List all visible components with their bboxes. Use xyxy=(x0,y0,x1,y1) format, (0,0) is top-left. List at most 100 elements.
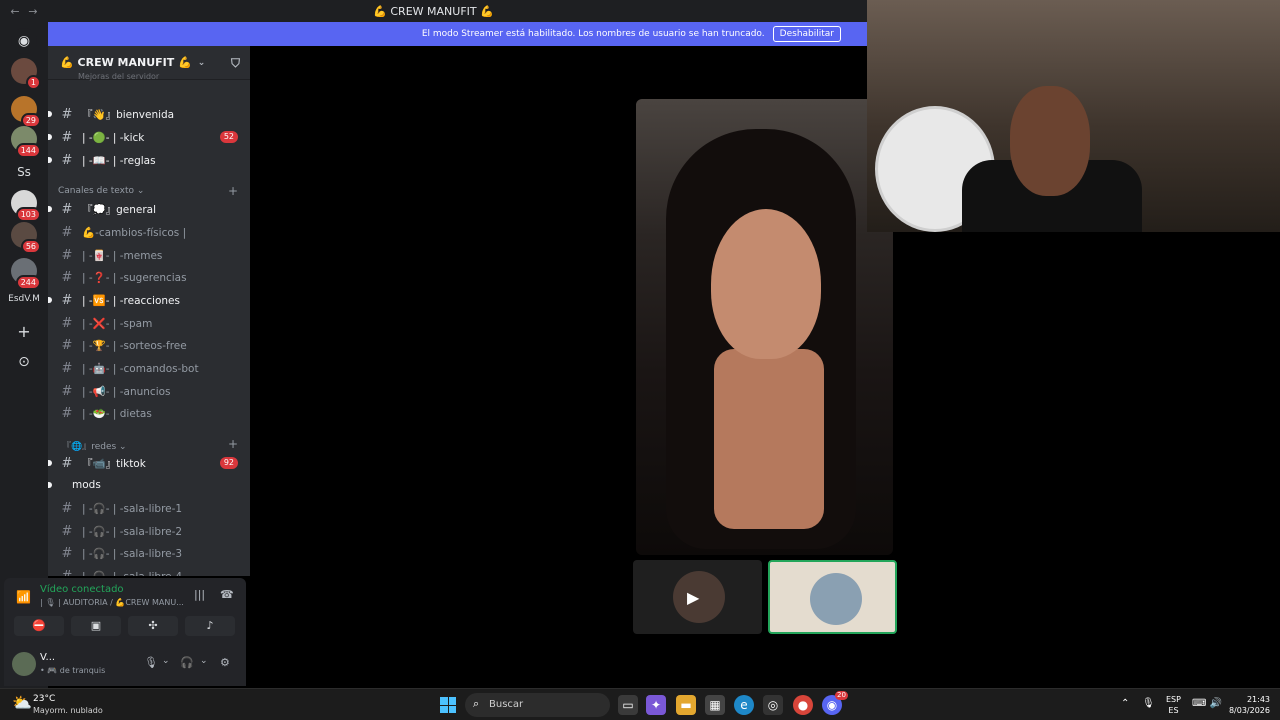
channel-item[interactable]: # | -🥗- | dietas xyxy=(48,403,250,423)
channel-item[interactable]: # | -🆚- | -reacciones xyxy=(48,290,250,310)
search-box[interactable]: ⌕ Buscar xyxy=(465,693,610,717)
voice-channel-name[interactable]: | 🎙 | AUDITORIA / 💪CREW MANU... xyxy=(40,598,184,607)
server-icon[interactable]: 103 xyxy=(11,190,41,222)
category-redes[interactable]: 『🌐』redes ⌄ + xyxy=(58,437,238,452)
streamer-mode-banner: El modo Streamer está habilitado. Los no… xyxy=(48,22,867,46)
category-label: 『🌐』redes ⌄ xyxy=(62,442,127,452)
chevron-down-icon[interactable]: ⌄ xyxy=(200,656,208,666)
add-server-icon[interactable]: + xyxy=(0,322,48,341)
channel-item[interactable]: # | -🏆- | -sorteos-free xyxy=(48,335,250,355)
voice-status[interactable]: Vídeo conectado xyxy=(40,584,124,595)
language-indicator[interactable]: ESP ES xyxy=(1166,694,1181,716)
username[interactable]: V... xyxy=(40,652,55,663)
participant-video-main[interactable] xyxy=(636,99,893,555)
channel-sidebar: 💪 CREW MANUFIT 💪 ⌄ ⛉ Mejoras del servido… xyxy=(48,46,250,576)
channel-item[interactable]: # | -🀄- | -memes xyxy=(48,245,250,265)
weather-condition[interactable]: Mayorm. nublado xyxy=(33,706,103,715)
channel-item[interactable]: # 💪-cambios-físicos | xyxy=(48,222,250,242)
taskbar: ⛅ 23°C Mayorm. nublado ⌕ Buscar ▭ ✦ ▬ ▦ … xyxy=(0,688,1280,720)
search-icon: ⌕ xyxy=(473,697,480,710)
server-esdv[interactable]: EsdV.M xyxy=(0,294,48,304)
activity-button[interactable]: ✣ xyxy=(128,616,178,636)
screen: ← → 💪 CREW MANUFIT 💪 El modo Streamer es… xyxy=(0,0,1280,720)
store-icon[interactable]: ▦ xyxy=(705,695,725,715)
channel-item[interactable]: # | -🎧- | -sala-libre-2 xyxy=(48,521,250,541)
headset-icon[interactable]: 🎧 xyxy=(180,656,194,669)
edge-icon[interactable]: e xyxy=(734,695,754,715)
server-icon[interactable]: 144 xyxy=(11,126,41,158)
channel-name: | -🀄- | -memes xyxy=(82,249,163,262)
channel-item[interactable]: # | -❓- | -sugerencias xyxy=(48,267,250,287)
invite-people-icon[interactable]: ⛉ xyxy=(231,56,240,71)
server-icon[interactable]: 29 xyxy=(11,96,41,128)
channel-item[interactable]: # | -🎧- | -sala-libre-1 xyxy=(48,498,250,518)
unread-count-badge: 92 xyxy=(219,457,238,469)
category-text-channels[interactable]: Canales de texto ⌄ + xyxy=(58,184,238,198)
streamer-webcam xyxy=(867,0,1280,232)
channel-item[interactable]: # | -🟢- | -kick 52 xyxy=(48,127,250,147)
channel-item[interactable]: # | -📢- | -anuncios xyxy=(48,381,250,401)
noise-suppression-icon[interactable]: ||| xyxy=(194,588,205,601)
mic-icon[interactable]: 🎙 xyxy=(144,656,158,669)
chevron-down-icon: ⌄ xyxy=(197,57,206,68)
title-bar: ← → 💪 CREW MANUFIT 💪 xyxy=(0,0,867,22)
copilot-icon[interactable]: ✦ xyxy=(646,695,666,715)
mention-badge: 244 xyxy=(15,275,41,290)
channel-hash-icon: # xyxy=(61,106,73,122)
screen-share-button[interactable]: ▣ xyxy=(71,616,121,636)
channel-item[interactable]: # 『💭』general xyxy=(48,199,250,219)
weather-icon[interactable]: ⛅ xyxy=(12,693,32,712)
mic-icon[interactable]: 🎙 xyxy=(1142,698,1155,709)
signal-icon[interactable]: 📶 xyxy=(16,590,31,604)
channel-item[interactable]: # | -🤖- | -comandos-bot xyxy=(48,358,250,378)
server-icon[interactable]: 244 xyxy=(11,258,41,290)
discover-icon[interactable]: ⊙ xyxy=(0,354,48,370)
gear-icon[interactable]: ⚙ xyxy=(220,656,230,669)
channel-item[interactable]: # | -📖- | -reglas xyxy=(48,150,250,170)
channel-name: | -📖- | -reglas xyxy=(82,154,156,167)
camera-button[interactable]: ⛔ xyxy=(14,616,64,636)
chevron-down-icon[interactable]: ⌄ xyxy=(162,656,170,666)
channel-name: | -🎧- | -sala-libre-4 xyxy=(82,570,182,577)
channel-item[interactable]: # 『📹』tiktok 92 xyxy=(48,453,250,473)
tray-expand-icon[interactable]: ⌃ xyxy=(1121,698,1129,709)
channel-item[interactable]: # | -🎧- | -sala-libre-3 xyxy=(48,543,250,563)
chrome-icon[interactable]: ● xyxy=(793,695,813,715)
unread-pill xyxy=(48,460,52,466)
channel-item[interactable]: # 『👋』bienvenida xyxy=(48,104,250,124)
channel-hash-icon: # xyxy=(61,500,73,516)
channel-name: mods xyxy=(72,479,101,491)
network-volume-icons[interactable]: ⌨ 🔊 xyxy=(1192,698,1222,709)
channel-item[interactable]: mods xyxy=(48,475,250,495)
date: 8/03/2026 xyxy=(1228,706,1270,715)
add-channel-icon[interactable]: + xyxy=(228,437,238,451)
clock[interactable]: 21:43 8/03/2026 xyxy=(1226,694,1270,716)
channel-hash-icon: # xyxy=(61,523,73,539)
participant-tile-selected[interactable] xyxy=(768,560,897,634)
soundboard-button[interactable]: ♪ xyxy=(185,616,235,636)
channel-name: | -🥗- | dietas xyxy=(82,407,152,420)
server-icon[interactable]: 1 xyxy=(11,58,41,90)
start-button[interactable] xyxy=(440,697,456,713)
file-explorer-icon[interactable]: ▬ xyxy=(676,695,696,715)
channel-name: | -🎧- | -sala-libre-2 xyxy=(82,525,183,538)
channel-name: 『💭』general xyxy=(82,203,156,216)
mention-badge: 56 xyxy=(20,239,41,254)
channel-item[interactable]: # | -❌- | -spam xyxy=(48,313,250,333)
discord-home-icon[interactable]: ◉ xyxy=(11,28,37,54)
avatar[interactable] xyxy=(12,652,36,676)
disconnect-icon[interactable]: ☎ xyxy=(220,588,234,601)
add-channel-icon[interactable]: + xyxy=(228,184,238,198)
disable-streamer-button[interactable]: Deshabilitar xyxy=(772,26,841,42)
task-view-icon[interactable]: ▭ xyxy=(618,695,638,715)
channel-hash-icon: # xyxy=(61,269,73,285)
channel-name: 『📹』tiktok xyxy=(82,457,146,470)
server-ss[interactable]: Ss xyxy=(0,165,48,179)
channel-item[interactable]: # | -🎧- | -sala-libre-4 xyxy=(48,566,250,577)
server-icon[interactable]: 56 xyxy=(11,222,41,254)
banner-text: El modo Streamer está habilitado. Los no… xyxy=(421,29,765,39)
app-icon[interactable]: ◎ xyxy=(763,695,783,715)
video-content xyxy=(714,349,824,529)
weather-temp[interactable]: 23°C xyxy=(33,694,55,704)
participant-tile[interactable]: ▶ xyxy=(633,560,762,634)
